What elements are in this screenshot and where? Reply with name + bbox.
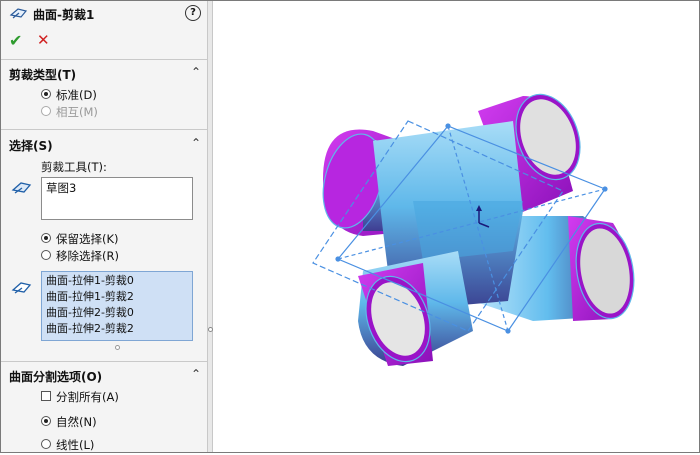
pipe-bottom-left[interactable] bbox=[355, 251, 473, 371]
radio-label: 自然(N) bbox=[56, 415, 97, 429]
feature-title: 曲面-剪裁1 bbox=[33, 8, 95, 22]
radio-label: 保留选择(K) bbox=[56, 232, 119, 246]
trim-tool-icon bbox=[11, 182, 32, 194]
trim-tool-field[interactable]: 草图3 bbox=[41, 177, 193, 220]
section-selection-header[interactable]: 选择(S) ⌃ bbox=[9, 136, 201, 153]
listbox-resize-handle[interactable] bbox=[115, 345, 120, 350]
faces-selection-icon bbox=[11, 282, 32, 294]
property-manager-panel: 曲面-剪裁1 ? ✔ ✕ 剪裁类型(T) ⌃ 标准(D) 相互(M) 选择(S)… bbox=[1, 1, 207, 452]
radio-label: 标准(D) bbox=[56, 88, 97, 102]
section-title: 曲面分割选项(O) bbox=[9, 370, 103, 384]
checkbox-label: 分割所有(A) bbox=[56, 390, 119, 404]
section-title: 剪裁类型(T) bbox=[9, 68, 77, 82]
faces-listbox[interactable]: 曲面-拉伸1-剪裁0 曲面-拉伸1-剪裁2 曲面-拉伸2-剪裁0 曲面-拉伸2-… bbox=[41, 271, 193, 341]
list-item[interactable]: 曲面-拉伸2-剪裁0 bbox=[46, 305, 188, 321]
trim-surface-icon bbox=[9, 8, 28, 19]
radio-dot bbox=[41, 106, 51, 116]
section-title: 选择(S) bbox=[9, 139, 53, 153]
section-split-options-header[interactable]: 曲面分割选项(O) ⌃ bbox=[9, 367, 201, 384]
radio-label: 相互(M) bbox=[56, 105, 98, 119]
radio-dot[interactable] bbox=[41, 233, 51, 243]
list-item[interactable]: 曲面-拉伸2-剪裁2 bbox=[46, 321, 188, 337]
chevron-up-icon[interactable]: ⌃ bbox=[191, 367, 201, 381]
trim-tool-label: 剪裁工具(T): bbox=[41, 160, 107, 174]
chevron-up-icon[interactable]: ⌃ bbox=[191, 136, 201, 150]
cancel-button[interactable]: ✕ bbox=[37, 31, 50, 49]
list-item[interactable]: 曲面-拉伸1-剪裁2 bbox=[46, 289, 188, 305]
feature-title-row: 曲面-剪裁1 ? bbox=[9, 5, 201, 23]
model-view[interactable] bbox=[213, 1, 699, 452]
radio-dot[interactable] bbox=[41, 416, 51, 426]
trim-tool-value: 草图3 bbox=[46, 181, 77, 195]
list-item[interactable]: 曲面-拉伸1-剪裁0 bbox=[46, 273, 188, 289]
radio-dot[interactable] bbox=[41, 89, 51, 99]
section-separator bbox=[1, 361, 207, 362]
radio-dot[interactable] bbox=[41, 250, 51, 260]
section-trim-type-header[interactable]: 剪裁类型(T) ⌃ bbox=[9, 65, 201, 82]
ok-button[interactable]: ✔ bbox=[9, 31, 22, 50]
graphics-viewport[interactable] bbox=[213, 1, 699, 452]
checkbox-box[interactable] bbox=[41, 391, 51, 401]
chevron-up-icon[interactable]: ⌃ bbox=[191, 65, 201, 79]
radio-dot[interactable] bbox=[41, 439, 51, 449]
section-separator bbox=[1, 59, 207, 60]
section-separator bbox=[1, 129, 207, 130]
radio-label: 线性(L) bbox=[56, 438, 95, 452]
radio-label: 移除选择(R) bbox=[56, 249, 119, 263]
help-button[interactable]: ? bbox=[185, 5, 201, 21]
